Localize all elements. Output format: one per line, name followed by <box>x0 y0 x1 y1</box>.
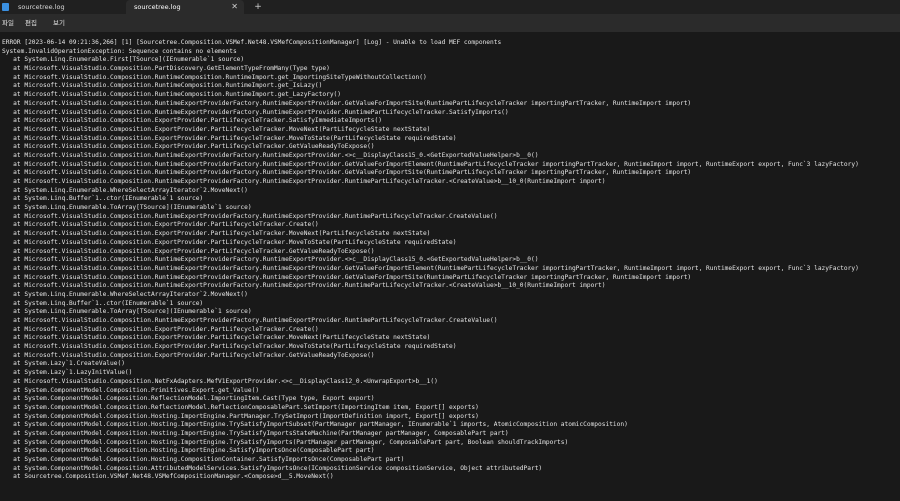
log-line: at Microsoft.VisualStudio.Composition.Ru… <box>2 91 341 99</box>
log-line: at System.ComponentModel.Composition.Hos… <box>2 456 405 463</box>
log-line: at Microsoft.VisualStudio.Composition.Ex… <box>2 351 375 359</box>
log-line: at System.Linq.Buffer`1..ctor(IEnumerabl… <box>2 195 204 203</box>
log-line: at System.Lazy`1.CreateValue() <box>2 360 125 368</box>
log-line: at Microsoft.VisualStudio.Composition.Ex… <box>2 230 431 238</box>
log-line: at Microsoft.VisualStudio.Composition.Pa… <box>2 65 330 73</box>
log-line: at System.ComponentModel.Composition.Ref… <box>2 403 479 411</box>
tab-label: sourcetree.log <box>134 3 181 11</box>
text-editor[interactable]: ERROR [2023-06-14 09:21:36,266] [1] [Sou… <box>0 32 900 501</box>
log-line: at Microsoft.VisualStudio.Composition.Ru… <box>2 212 498 220</box>
log-line: at System.Linq.Enumerable.WhereSelectArr… <box>2 290 248 298</box>
log-line: at Microsoft.VisualStudio.Composition.Ex… <box>2 117 382 125</box>
log-line: at Microsoft.VisualStudio.Composition.Ru… <box>2 256 539 264</box>
log-line: at System.ComponentModel.Composition.Hos… <box>2 438 569 446</box>
log-line: at Microsoft.VisualStudio.Composition.Ru… <box>2 273 692 281</box>
menu-file[interactable]: 파일 <box>2 14 14 32</box>
log-line: at Microsoft.VisualStudio.Composition.Ne… <box>2 377 438 385</box>
close-tab-icon[interactable]: ✕ <box>231 0 238 14</box>
log-line: at Microsoft.VisualStudio.Composition.Ru… <box>2 73 427 81</box>
log-line: at Microsoft.VisualStudio.Composition.Ex… <box>2 143 375 151</box>
log-line: at Microsoft.VisualStudio.Composition.Ex… <box>2 247 375 255</box>
log-line: at System.ComponentModel.Composition.Ref… <box>2 395 375 403</box>
log-line: ERROR [2023-06-14 09:21:36,266] [1] [Sou… <box>2 39 502 46</box>
log-line: at Microsoft.VisualStudio.Composition.Ru… <box>2 169 692 177</box>
log-line: at System.ComponentModel.Composition.Hos… <box>2 412 479 420</box>
log-line: at System.Linq.Enumerable.ToArray[TSourc… <box>2 308 252 316</box>
log-line: at Microsoft.VisualStudio.Composition.Ex… <box>2 221 319 229</box>
log-content: ERROR [2023-06-14 09:21:36,266] [1] [Sou… <box>2 39 859 482</box>
log-line: at Microsoft.VisualStudio.Composition.Ex… <box>2 334 431 342</box>
menu-view[interactable]: 보기 <box>53 14 65 32</box>
log-line: at Microsoft.VisualStudio.Composition.Ru… <box>2 264 859 272</box>
log-line: at Microsoft.VisualStudio.Composition.Ru… <box>2 99 692 107</box>
log-line: at Microsoft.VisualStudio.Composition.Ru… <box>2 151 539 159</box>
log-line: at Microsoft.VisualStudio.Composition.Ex… <box>2 134 457 142</box>
log-line: at Microsoft.VisualStudio.Composition.Ex… <box>2 238 457 246</box>
log-line: at System.Lazy`1.LazyInitValue() <box>2 369 133 377</box>
menu-edit[interactable]: 편집 <box>25 14 37 32</box>
log-line: at Sourcetree.Composition.VSMef.Net48.VS… <box>2 473 334 481</box>
tab-sourcetree-log-2[interactable]: sourcetree.log ✕ <box>126 0 244 14</box>
log-line: at System.Linq.Enumerable.ToArray[TSourc… <box>2 204 252 212</box>
log-line: at Microsoft.VisualStudio.Composition.Ru… <box>2 82 323 90</box>
log-line: at System.ComponentModel.Composition.Pri… <box>2 386 260 394</box>
log-line: at System.Linq.Enumerable.First[TSource]… <box>2 56 245 64</box>
log-line: at Microsoft.VisualStudio.Composition.Ex… <box>2 325 319 333</box>
log-line: at Microsoft.VisualStudio.Composition.Ru… <box>2 282 606 290</box>
log-line: at System.ComponentModel.Composition.Hos… <box>2 429 509 437</box>
log-line: at Microsoft.VisualStudio.Composition.Ru… <box>2 317 498 324</box>
log-line: at Microsoft.VisualStudio.Composition.Ex… <box>2 343 457 351</box>
log-line: at System.Linq.Buffer`1..ctor(IEnumerabl… <box>2 299 204 307</box>
log-line: at System.ComponentModel.Composition.Hos… <box>2 421 628 429</box>
menu-bar: 파일 편집 보기 <box>0 14 900 32</box>
log-line: at System.ComponentModel.Composition.Att… <box>2 464 543 472</box>
notepad-app-icon <box>2 3 9 11</box>
log-line: at Microsoft.VisualStudio.Composition.Ru… <box>2 178 606 185</box>
log-line: at Microsoft.VisualStudio.Composition.Ex… <box>2 125 431 133</box>
log-line: at System.ComponentModel.Composition.Hos… <box>2 447 375 455</box>
log-line: at Microsoft.VisualStudio.Composition.Ru… <box>2 160 859 168</box>
log-line: at Microsoft.VisualStudio.Composition.Ru… <box>2 108 509 116</box>
tab-sourcetree-log-1[interactable]: sourcetree.log <box>10 0 126 14</box>
new-tab-button[interactable]: + <box>252 0 264 14</box>
title-bar: sourcetree.log sourcetree.log ✕ + <box>0 0 900 14</box>
tab-label: sourcetree.log <box>18 3 65 11</box>
